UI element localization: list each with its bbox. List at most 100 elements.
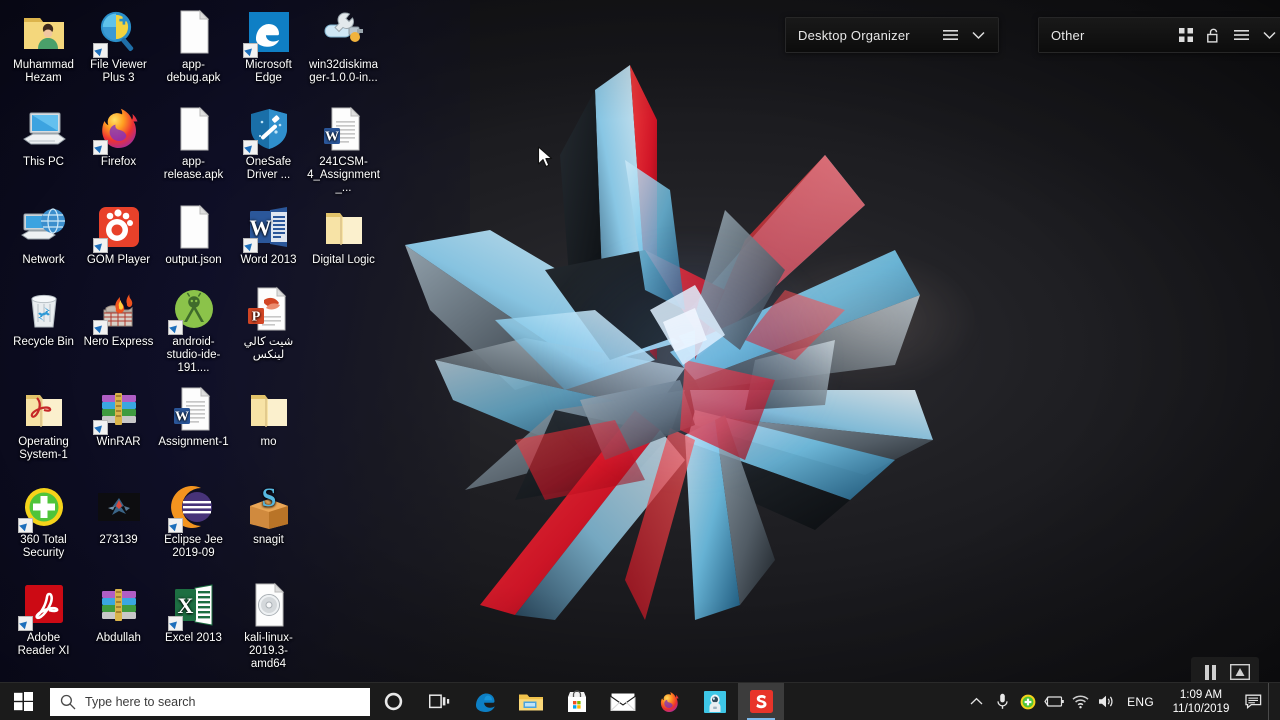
shortcut-arrow-icon [167, 518, 183, 533]
fullscreen-icon[interactable] [1230, 663, 1250, 681]
desktop-icon-label: mo [260, 436, 277, 448]
fence-titlebar[interactable]: Other [1039, 18, 1280, 52]
desktop-icon[interactable]: app-debug.apk [156, 8, 231, 85]
desktop-icon[interactable]: Operating System-1 [6, 385, 81, 462]
fence-tools[interactable] [1178, 28, 1277, 43]
desktop-icon[interactable]: win32diskimager-1.0.0-in... [306, 8, 381, 85]
hamburger-menu-icon[interactable] [943, 28, 958, 43]
desktop-icon-label: 360 Total Security [20, 534, 67, 559]
desktop-icon[interactable]: GOM Player [81, 203, 156, 267]
svg-text:S: S [261, 484, 275, 512]
grid-apps-icon[interactable] [1178, 28, 1193, 43]
onesafe-driver-icon [242, 105, 293, 155]
blank-document-icon [170, 203, 218, 251]
desktop-icon[interactable]: W 241CSM-4_Assignment_... [306, 105, 381, 195]
desktop[interactable]: Muhammad Hezam File Viewer Plus 3 app-de… [0, 0, 1280, 720]
taskbar-microsoft-store[interactable] [554, 683, 600, 720]
desktop-icon[interactable]: Adobe Reader XI [6, 581, 81, 658]
taskbar-edge[interactable] [462, 683, 508, 720]
volume-icon[interactable] [1093, 683, 1119, 720]
show-desktop-button[interactable] [1268, 683, 1276, 720]
shortcut-arrow-icon [17, 518, 33, 533]
desktop-icon[interactable]: This PC [6, 105, 81, 169]
taskbar[interactable]: Type here to search ENG 1:09 AM 11/10/20… [0, 682, 1280, 720]
desktop-icon[interactable]: Nero Express [81, 285, 156, 349]
desktop-icon[interactable]: OneSafe Driver ... [231, 105, 306, 182]
shortcut-arrow-icon [242, 140, 258, 155]
desktop-icon-label: Muhammad Hezam [13, 59, 74, 84]
desktop-icon[interactable]: Digital Logic [306, 203, 381, 267]
blank-document-icon [170, 105, 218, 153]
cortana-circle-icon[interactable] [370, 683, 416, 720]
chevron-up-icon[interactable] [963, 683, 989, 720]
unlock-padlock-icon[interactable] [1206, 28, 1221, 43]
desktop-icon-grid[interactable]: Muhammad Hezam File Viewer Plus 3 app-de… [0, 0, 390, 685]
desktop-icon-label: snagit [253, 534, 284, 546]
file-viewer-plus-icon [92, 8, 143, 58]
desktop-icon[interactable]: kali-linux-2019.3-amd64 [231, 581, 306, 671]
microsoft-edge-icon [242, 8, 293, 58]
desktop-icon-label: Assignment-1 [158, 436, 229, 448]
image-thumbnail-icon [95, 483, 143, 531]
desktop-icon[interactable]: WinRAR [81, 385, 156, 449]
svg-text:W: W [249, 215, 271, 240]
desktop-icon[interactable]: 360 Total Security [6, 483, 81, 560]
word-document-icon: W [170, 385, 218, 433]
desktop-icon[interactable]: Recycle Bin [6, 285, 81, 349]
taskbar-mail[interactable] [600, 683, 646, 720]
fence-titlebar[interactable]: Desktop Organizer [786, 18, 998, 52]
system-tray[interactable]: ENG 1:09 AM 11/10/2019 [963, 683, 1280, 720]
desktop-icon-label: android-studio-ide-191.... [166, 336, 221, 374]
desktop-icon-label: Operating System-1 [18, 436, 69, 461]
svg-text:W: W [175, 409, 189, 424]
desktop-icon[interactable]: X Excel 2013 [156, 581, 231, 645]
desktop-icon[interactable]: output.json [156, 203, 231, 267]
task-view-icon[interactable] [416, 683, 462, 720]
desktop-icon[interactable]: File Viewer Plus 3 [81, 8, 156, 85]
pdf-folder-icon [20, 385, 68, 433]
360-total-security-icon [17, 483, 68, 533]
desktop-icon[interactable]: Abdullah [81, 581, 156, 645]
desktop-icon[interactable]: W Assignment-1 [156, 385, 231, 449]
language-indicator[interactable]: ENG [1119, 695, 1162, 709]
battery-icon[interactable] [1041, 683, 1067, 720]
fence-title: Desktop Organizer [798, 27, 910, 43]
fence-panel-other[interactable]: Other [1038, 17, 1280, 53]
desktop-icon[interactable]: mo [231, 385, 306, 449]
svg-text:W: W [325, 129, 339, 144]
desktop-icon[interactable]: Firefox [81, 105, 156, 169]
desktop-icon[interactable]: W Word 2013 [231, 203, 306, 267]
windows-start-icon[interactable] [0, 683, 47, 720]
desktop-icon[interactable]: Eclipse Jee 2019-09 [156, 483, 231, 560]
desktop-icon[interactable]: P شيت كالي لينكس [231, 285, 306, 362]
chevron-down-icon[interactable] [971, 28, 986, 43]
search-input[interactable]: Type here to search [50, 687, 370, 716]
desktop-icon[interactable]: Muhammad Hezam [6, 8, 81, 85]
desktop-icon[interactable]: app-release.apk [156, 105, 231, 182]
desktop-icon-label: Firefox [100, 156, 137, 168]
pause-icon[interactable] [1200, 663, 1220, 681]
nero-express-icon [92, 285, 143, 335]
desktop-icon[interactable]: Microsoft Edge [231, 8, 306, 85]
chevron-down-icon[interactable] [1262, 28, 1277, 43]
action-center-icon[interactable] [1240, 683, 1268, 720]
microphone-icon[interactable] [989, 683, 1015, 720]
taskbar-file-explorer[interactable] [508, 683, 554, 720]
taskbar-firefox[interactable] [646, 683, 692, 720]
taskbar-snagit[interactable] [738, 683, 784, 720]
taskbar-clock[interactable]: 1:09 AM 11/10/2019 [1162, 688, 1240, 716]
search-placeholder-text: Type here to search [85, 694, 196, 709]
desktop-icon-label: win32diskimager-1.0.0-in... [308, 59, 379, 84]
360-total-security-tray-icon[interactable] [1015, 683, 1041, 720]
wifi-icon[interactable] [1067, 683, 1093, 720]
desktop-icon[interactable]: 273139 [81, 483, 156, 547]
taskbar-astronaut-app[interactable] [692, 683, 738, 720]
hamburger-menu-icon[interactable] [1234, 28, 1249, 43]
fence-tools[interactable] [943, 28, 986, 43]
desktop-icon[interactable]: S snagit [231, 483, 306, 547]
desktop-icon[interactable]: Network [6, 203, 81, 267]
fence-panel-desktop-organizer[interactable]: Desktop Organizer [785, 17, 999, 53]
win32diskimager-icon [320, 8, 368, 56]
desktop-icon[interactable]: android-studio-ide-191.... [156, 285, 231, 375]
desktop-icon-label: app-debug.apk [166, 59, 221, 84]
